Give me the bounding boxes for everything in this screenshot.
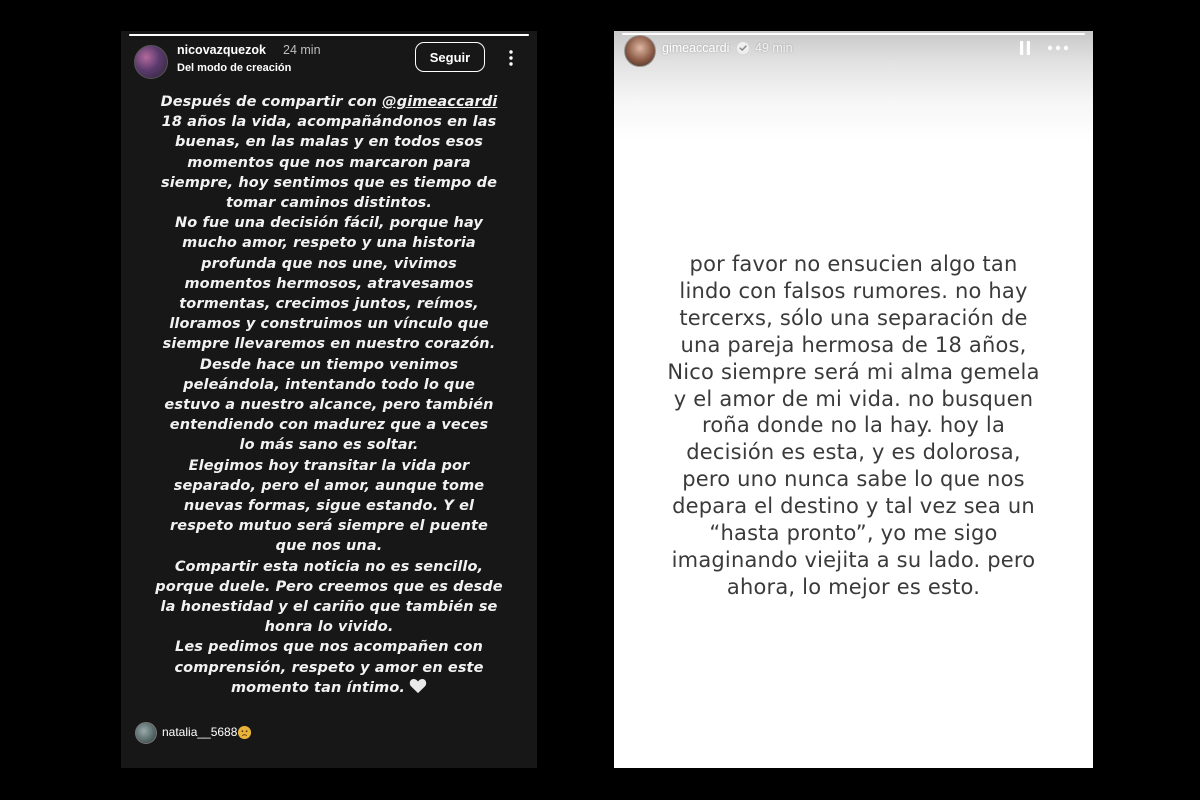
story-header: nicovazquezok 24 min Del modo de creació… (121, 31, 537, 101)
sad-face-emoji-icon (238, 726, 251, 739)
more-horizontal-icon[interactable] (1047, 45, 1069, 51)
more-vertical-icon[interactable] (505, 48, 517, 68)
pause-icon[interactable] (1018, 40, 1032, 56)
story-text-body: 18 años la vida, acompañándonos en las b… (155, 114, 503, 696)
verified-badge-icon (737, 42, 749, 54)
username[interactable]: gimeaccardi (662, 41, 729, 55)
viewer-avatar (135, 722, 157, 744)
story-time: 24 min (283, 43, 321, 57)
mention-link[interactable]: @gimeaccardi (382, 94, 497, 110)
username[interactable]: nicovazquezok (177, 43, 266, 57)
white-heart-icon (409, 678, 427, 694)
viewer-name: natalia__5688 (162, 725, 238, 739)
story-nicovazquezok[interactable]: nicovazquezok 24 min Del modo de creació… (121, 31, 537, 768)
story-text-intro: Después de compartir con (160, 94, 383, 110)
story-text: Después de compartir con @gimeaccardi 18… (137, 92, 521, 698)
follow-button[interactable]: Seguir (415, 42, 485, 72)
story-gimeaccardi[interactable]: gimeaccardi 49 min por favor no ensucien… (614, 31, 1093, 768)
story-time: 49 min (755, 41, 793, 55)
avatar[interactable] (624, 35, 656, 67)
story-text: por favor no ensucien algo tan lindo con… (667, 252, 1040, 599)
story-progress-fill (622, 33, 1085, 35)
story-progress-bar (622, 33, 1085, 35)
story-subtitle: Del modo de creación (177, 62, 292, 74)
avatar[interactable] (134, 45, 168, 79)
